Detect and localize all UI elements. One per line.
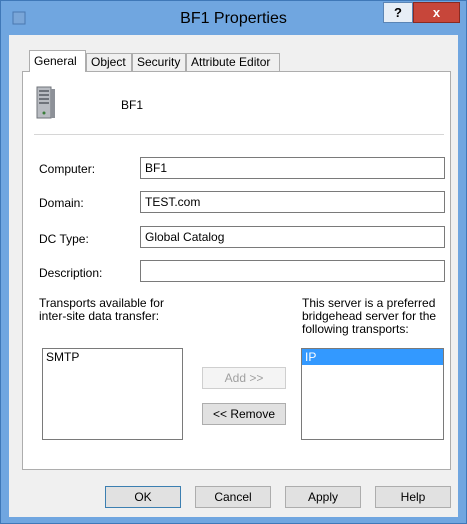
computer-label: Computer: xyxy=(39,162,96,176)
server-icon xyxy=(36,86,55,119)
domain-field[interactable]: TEST.com xyxy=(140,191,445,213)
ok-button[interactable]: OK xyxy=(105,486,181,508)
preferred-transports-list[interactable]: IP xyxy=(301,348,444,440)
title-bar[interactable]: BF1 Properties ? x xyxy=(1,1,466,35)
dc-type-label: DC Type: xyxy=(39,232,89,246)
separator xyxy=(34,134,444,135)
tab-object[interactable]: Object xyxy=(86,53,132,72)
add-button[interactable]: Add >> xyxy=(202,367,286,389)
preferred-transports-label: This server is a preferred bridgehead se… xyxy=(302,296,437,336)
tab-general[interactable]: General xyxy=(29,50,86,72)
dc-type-field[interactable]: Global Catalog xyxy=(140,226,445,248)
cancel-button[interactable]: Cancel xyxy=(195,486,271,508)
available-transports-list[interactable]: SMTP xyxy=(42,348,183,440)
server-name: BF1 xyxy=(121,98,144,112)
apply-button[interactable]: Apply xyxy=(285,486,361,508)
description-field[interactable] xyxy=(140,260,445,282)
list-item[interactable]: IP xyxy=(302,349,443,365)
close-button[interactable]: x xyxy=(413,2,460,23)
remove-button[interactable]: << Remove xyxy=(202,403,286,425)
tab-attribute-editor[interactable]: Attribute Editor xyxy=(186,53,280,72)
transports-available-label: Transports available for inter-site data… xyxy=(39,296,164,323)
help-title-button[interactable]: ? xyxy=(383,2,413,23)
computer-field[interactable]: BF1 xyxy=(140,157,445,179)
help-button[interactable]: Help xyxy=(375,486,451,508)
description-label: Description: xyxy=(39,266,103,280)
list-item[interactable]: SMTP xyxy=(43,349,182,365)
domain-label: Domain: xyxy=(39,196,84,210)
tab-security[interactable]: Security xyxy=(132,53,186,72)
